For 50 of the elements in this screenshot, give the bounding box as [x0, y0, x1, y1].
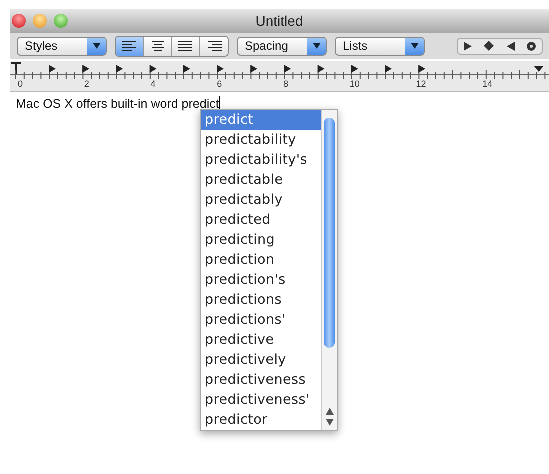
completion-item[interactable]: predicting — [201, 230, 321, 250]
align-button[interactable] — [116, 36, 144, 56]
align-button[interactable] — [144, 36, 172, 56]
completion-item[interactable]: predictively — [201, 350, 321, 370]
align-button[interactable] — [172, 36, 200, 56]
right-tab-icon[interactable] — [506, 42, 515, 50]
align-button[interactable] — [200, 36, 228, 56]
lists-dropdown[interactable]: Lists — [335, 36, 425, 56]
ruler-number: 14 — [482, 79, 494, 89]
ruler-number: 0 — [18, 79, 24, 89]
scrollbar[interactable] — [321, 110, 337, 430]
completion-item[interactable]: prediction's — [201, 270, 321, 290]
align-icon — [122, 40, 138, 52]
document-text: Mac OS X offers built-in word predict — [16, 97, 220, 111]
align-icon — [178, 40, 194, 52]
completion-item[interactable]: predictiveness — [201, 370, 321, 390]
ruler-number: 10 — [350, 79, 361, 89]
completion-item[interactable]: predictions — [201, 290, 321, 310]
scroll-down-icon[interactable] — [326, 419, 334, 426]
spacing-dropdown[interactable]: Spacing — [237, 36, 327, 56]
completion-item[interactable]: predictably — [201, 190, 321, 210]
text-cursor — [219, 96, 220, 110]
completion-item[interactable]: predictability's — [201, 150, 321, 170]
ruler-number: 12 — [416, 79, 428, 89]
window-title: Untitled — [256, 13, 304, 29]
caret-icon — [87, 38, 106, 54]
align-icon — [150, 40, 166, 52]
ruler-number: 6 — [217, 79, 224, 89]
completion-item[interactable]: predictiveness' — [201, 390, 321, 410]
ruler-number: 8 — [284, 79, 290, 89]
align-icon — [206, 40, 222, 52]
completion-item[interactable]: predictive — [201, 330, 321, 350]
completion-item[interactable]: prediction — [201, 250, 321, 270]
close-button[interactable] — [12, 14, 26, 28]
styles-dropdown[interactable]: Styles — [17, 36, 107, 56]
scroll-up-icon[interactable] — [326, 408, 334, 415]
completion-item[interactable]: predictable — [201, 170, 321, 190]
ruler-number: 4 — [150, 79, 157, 89]
center-tab-icon[interactable] — [484, 41, 494, 51]
scroll-thumb[interactable] — [324, 118, 335, 348]
completion-item[interactable]: predictability — [201, 130, 321, 150]
decimal-tab-icon[interactable] — [526, 42, 536, 50]
completion-item[interactable]: predict — [201, 110, 321, 130]
caret-icon — [405, 38, 424, 54]
completion-item[interactable]: predicted — [201, 210, 321, 230]
ruler-number: 2 — [84, 79, 90, 89]
completion-item[interactable]: predictions' — [201, 310, 321, 330]
left-tab-icon[interactable] — [464, 42, 472, 50]
completion-item[interactable]: predictor — [201, 410, 321, 430]
caret-icon — [307, 38, 326, 54]
